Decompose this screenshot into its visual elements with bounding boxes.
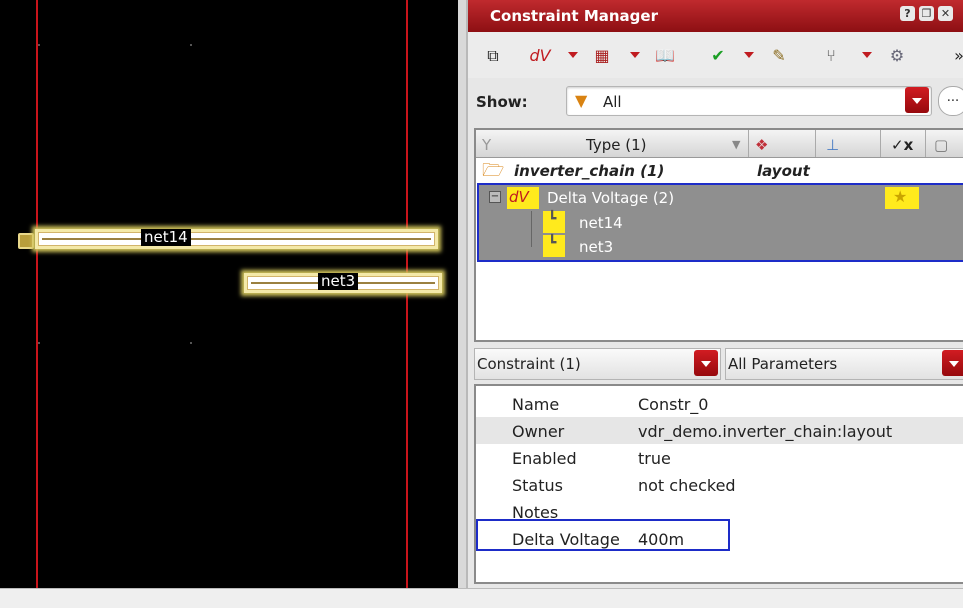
filter-icon: ▼ xyxy=(575,91,588,110)
tree-connector xyxy=(531,211,532,247)
chevron-down-icon[interactable] xyxy=(568,52,578,58)
type-header-label: Type (1) xyxy=(586,136,647,154)
parameter-header: Constraint (1) All Parameters xyxy=(474,348,963,380)
filter-icon: Y xyxy=(482,136,492,154)
hierarchy-icon: ⊥ xyxy=(826,136,840,154)
net3-label: net3 xyxy=(318,273,359,290)
close-button[interactable]: ✕ xyxy=(938,6,953,21)
status-check-icon: ✓x xyxy=(891,136,914,154)
column-header-status[interactable]: ✓x xyxy=(881,130,926,157)
column-header-hierarchy[interactable]: ⊥ xyxy=(816,130,881,157)
property-row[interactable]: Enabled true xyxy=(476,444,963,471)
table-icon[interactable]: ▦ xyxy=(590,44,614,68)
property-row[interactable]: Owner vdr_demo.inverter_chain:layout xyxy=(476,417,963,444)
help-button[interactable]: ? xyxy=(900,6,915,21)
title-bar[interactable]: Constraint Manager ? ❐ ✕ xyxy=(468,0,963,32)
tree-row-design[interactable]: 🗁 inverter_chain (1) layout xyxy=(476,160,963,184)
chevron-down-icon[interactable] xyxy=(862,52,872,58)
check-icon[interactable]: ✔ xyxy=(706,44,730,68)
net14-wire[interactable] xyxy=(35,229,438,249)
delta-voltage-highlight xyxy=(476,519,730,551)
status-bar xyxy=(0,588,963,608)
boundary-line-left xyxy=(36,0,38,588)
design-view: layout xyxy=(757,162,810,180)
delta-voltage-icon: dV xyxy=(507,187,539,209)
selected-constraint-group[interactable]: − dV Delta Voltage (2) ★ ┗ net14 ┗ net3 xyxy=(477,183,963,262)
chevron-down-icon[interactable] xyxy=(694,350,718,376)
chevron-down-icon[interactable] xyxy=(905,87,929,113)
properties-table: Name Constr_0 Owner vdr_demo.inverter_ch… xyxy=(474,384,963,584)
property-value[interactable]: Constr_0 xyxy=(638,395,708,414)
constraint-tree[interactable]: Y Type (1) ▼ ❖ ⊥ ✓x ▢ 🗁 inverter_chain (… xyxy=(474,128,963,342)
ruler-check-icon[interactable]: ✎ xyxy=(766,44,792,68)
grid-dot xyxy=(190,44,192,46)
copy-icon[interactable]: ⧉ xyxy=(482,44,504,68)
chevron-down-icon[interactable] xyxy=(744,52,754,58)
grid-dot xyxy=(38,44,40,46)
constraint-manager-panel: Constraint Manager ? ❐ ✕ ⧉ dV ▦ 📖 ✔ ✎ ⑂ … xyxy=(466,0,963,588)
chevron-down-icon[interactable] xyxy=(942,350,963,376)
constraint-select[interactable]: Constraint (1) xyxy=(474,348,721,380)
boundary-line-right xyxy=(406,0,408,588)
property-value[interactable]: not checked xyxy=(638,476,736,495)
settings-icon[interactable]: ⚙ xyxy=(884,44,910,68)
show-label: Show: xyxy=(476,93,528,111)
column-header-type[interactable]: Y Type (1) ▼ xyxy=(476,130,749,157)
tree-header: Y Type (1) ▼ ❖ ⊥ ✓x ▢ xyxy=(476,130,963,158)
show-filter-select[interactable]: ▼ All xyxy=(566,86,932,116)
net-icon: ┗ xyxy=(543,235,565,257)
design-name: inverter_chain (1) xyxy=(514,162,665,180)
property-value[interactable]: vdr_demo.inverter_chain:layout xyxy=(638,422,892,441)
toolbar-overflow-button[interactable]: » xyxy=(952,44,963,68)
property-row[interactable]: Status not checked xyxy=(476,471,963,498)
tree-net14[interactable]: net14 xyxy=(579,214,623,232)
column-header-objects[interactable]: ❖ xyxy=(749,130,816,157)
property-key: Owner xyxy=(512,422,565,441)
note-icon: ▢ xyxy=(934,136,949,154)
property-key: Name xyxy=(512,395,560,414)
chevron-down-icon[interactable] xyxy=(630,52,640,58)
net14-label: net14 xyxy=(141,229,191,246)
property-key: Enabled xyxy=(512,449,577,468)
restore-button[interactable]: ❐ xyxy=(919,6,934,21)
property-key: Status xyxy=(512,476,563,495)
column-header-notes[interactable]: ▢ xyxy=(926,130,963,157)
grid-dot xyxy=(38,342,40,344)
book-icon[interactable]: 📖 xyxy=(652,44,678,68)
layout-canvas[interactable]: net14 net3 xyxy=(0,0,458,588)
constraint-group-name: Delta Voltage (2) xyxy=(547,189,675,207)
objects-icon: ❖ xyxy=(755,136,769,154)
more-options-button[interactable]: ... xyxy=(938,86,963,116)
hierarchy-icon[interactable]: ⑂ xyxy=(818,44,844,68)
toolbar: ⧉ dV ▦ 📖 ✔ ✎ ⑂ ⚙ » xyxy=(468,32,963,78)
show-filter-value: All xyxy=(603,93,622,111)
wire-centerline xyxy=(42,238,431,240)
constraint-select-value: Constraint (1) xyxy=(477,355,581,373)
net-icon: ┗ xyxy=(543,211,565,233)
collapse-toggle[interactable]: − xyxy=(489,191,501,203)
star-icon: ★ xyxy=(885,187,919,209)
via-marker[interactable] xyxy=(18,233,34,249)
delta-voltage-icon[interactable]: dV xyxy=(526,44,554,68)
tree-net3[interactable]: net3 xyxy=(579,238,613,256)
parameter-select[interactable]: All Parameters xyxy=(725,348,963,380)
grid-dot xyxy=(190,342,192,344)
property-row[interactable]: Name Constr_0 xyxy=(476,390,963,417)
chevron-down-icon[interactable]: ▼ xyxy=(732,138,740,151)
parameter-select-value: All Parameters xyxy=(728,355,838,373)
window-title: Constraint Manager xyxy=(490,7,658,25)
property-value[interactable]: true xyxy=(638,449,671,468)
